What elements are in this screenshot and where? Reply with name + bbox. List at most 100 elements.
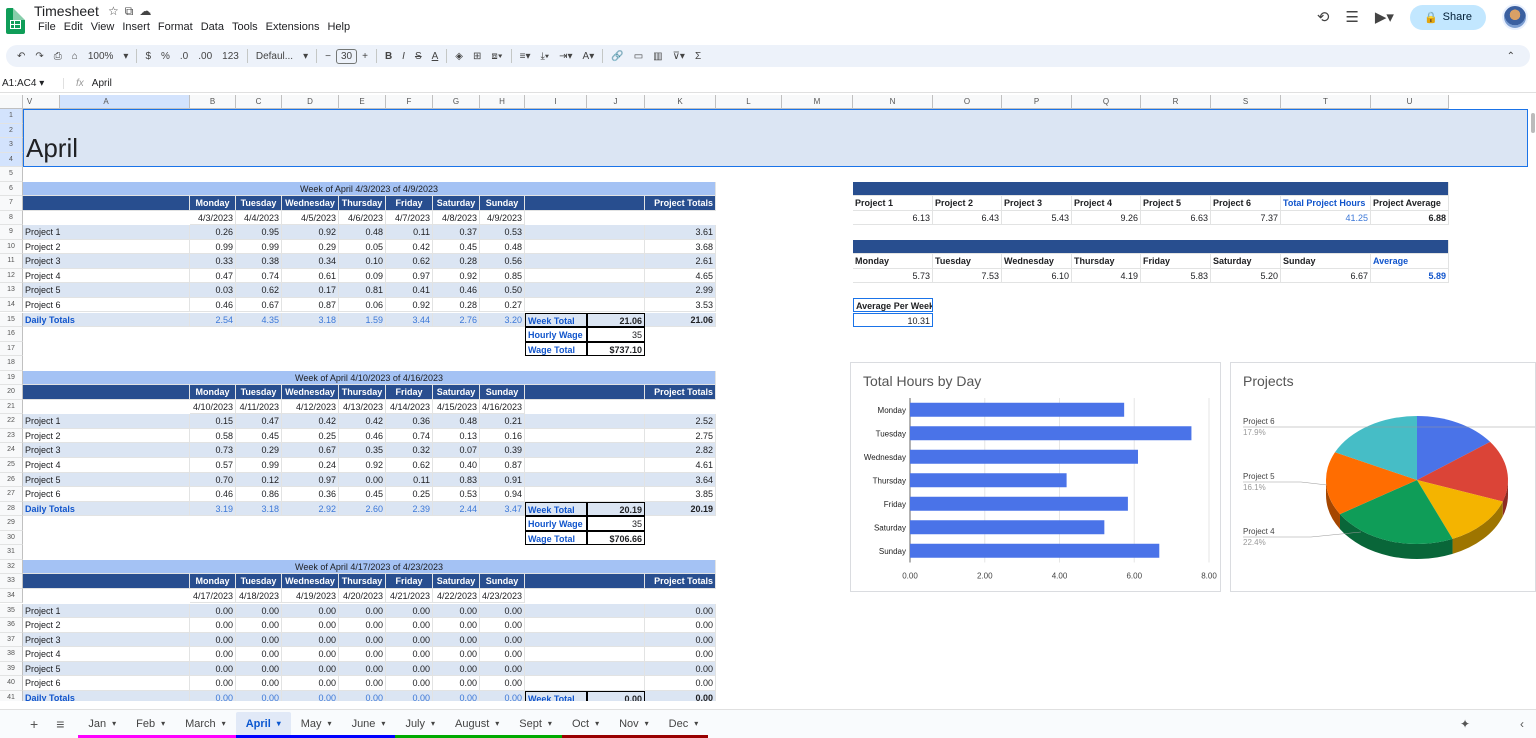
hours-cell[interactable]: 0.87 (282, 297, 339, 313)
menu-item-help[interactable]: Help (323, 21, 354, 33)
column-header[interactable]: B (190, 95, 236, 109)
project-label[interactable]: Project 4 (23, 268, 190, 284)
project-value[interactable]: 6.43 (933, 210, 1002, 226)
row-header[interactable]: 30 (0, 530, 23, 546)
chart-icon[interactable]: ▥ (648, 51, 667, 62)
day-header[interactable]: Tuesday (236, 574, 282, 589)
cell[interactable] (525, 443, 645, 458)
project-value[interactable]: 6.13 (853, 210, 933, 226)
hours-cell[interactable]: 0.25 (282, 428, 339, 444)
project-totals-header[interactable]: Project Totals (645, 385, 716, 400)
hours-cell[interactable]: 0.05 (339, 239, 386, 255)
font-size-input[interactable]: 30 (335, 48, 358, 64)
hours-cell[interactable]: 0.00 (190, 603, 236, 619)
name-box[interactable]: A1:AC4 ▾ (0, 78, 64, 89)
hours-cell[interactable]: 0.95 (236, 225, 282, 240)
hours-cell[interactable]: 0.00 (480, 676, 525, 691)
hours-cell[interactable]: 0.61 (282, 268, 339, 284)
hours-cell[interactable]: 0.50 (480, 283, 525, 298)
bar-chart[interactable]: Total Hours by Day 0.00 2.00 4.00 6.00 8.00 M… (850, 362, 1221, 592)
hours-cell[interactable]: 0.35 (339, 443, 386, 458)
day-header[interactable]: Sunday (480, 385, 525, 400)
project-value[interactable]: 6.63 (1141, 210, 1211, 226)
project-total-cell[interactable]: 2.75 (645, 428, 716, 444)
bar[interactable] (910, 520, 1105, 535)
row-header[interactable]: 12 (0, 268, 23, 284)
sheets-logo-icon[interactable] (6, 8, 25, 34)
tab-feb[interactable]: Feb ▾ (126, 712, 176, 738)
column-header[interactable]: T (1281, 95, 1371, 109)
project-label[interactable]: Project 4 (23, 458, 190, 473)
row-header[interactable]: 17 (0, 341, 23, 357)
bar[interactable] (910, 426, 1192, 441)
daily-total-cell[interactable]: 0.00 (480, 690, 525, 701)
date-cell[interactable]: 4/13/2023 (339, 399, 386, 415)
hours-cell[interactable]: 0.92 (433, 268, 480, 284)
hours-cell[interactable]: 0.00 (339, 676, 386, 691)
hours-cell[interactable]: 0.17 (282, 283, 339, 298)
daily-total-cell[interactable]: 2.44 (433, 501, 480, 517)
currency-button[interactable]: $ (140, 51, 156, 62)
hours-cell[interactable]: 0.83 (433, 472, 480, 488)
menu-item-tools[interactable]: Tools (228, 21, 262, 33)
hours-cell[interactable]: 0.91 (480, 472, 525, 488)
project-average-label[interactable]: Project Average (1371, 196, 1449, 211)
document-title[interactable]: Timesheet (34, 3, 99, 19)
hours-cell[interactable]: 0.97 (386, 268, 433, 284)
row-header[interactable]: 27 (0, 487, 23, 502)
hours-cell[interactable]: 0.00 (480, 618, 525, 633)
tab-june[interactable]: June ▾ (341, 712, 396, 738)
row-header[interactable]: 41 (0, 690, 23, 701)
hours-cell[interactable]: 0.46 (339, 428, 386, 444)
hours-cell[interactable]: 0.00 (386, 603, 433, 619)
cell[interactable] (525, 196, 645, 211)
cell[interactable] (23, 385, 190, 400)
chevron-down-icon[interactable]: ▾ (694, 712, 698, 736)
menu-item-format[interactable]: Format (154, 21, 197, 33)
date-cell[interactable]: 4/11/2023 (236, 399, 282, 415)
pie-chart[interactable]: Projects Project 6 17.9% Project 5 16.1% Pro… (1230, 362, 1536, 592)
date-cell[interactable]: 4/18/2023 (236, 588, 282, 604)
project-total-cell[interactable]: 2.52 (645, 414, 716, 429)
hours-cell[interactable]: 0.53 (433, 487, 480, 502)
hours-cell[interactable]: 0.39 (480, 443, 525, 458)
day-header[interactable]: Monday (190, 196, 236, 211)
hours-cell[interactable]: 0.81 (339, 283, 386, 298)
row-header[interactable]: 3 (0, 138, 23, 153)
hours-cell[interactable]: 0.00 (236, 603, 282, 619)
day-header[interactable]: Saturday (433, 196, 480, 211)
hours-cell[interactable]: 0.45 (236, 428, 282, 444)
chevron-down-icon[interactable]: ▾ (495, 712, 499, 736)
hours-cell[interactable]: 0.00 (236, 647, 282, 662)
row-header[interactable]: 33 (0, 574, 23, 589)
column-header[interactable]: U (1371, 95, 1449, 109)
hours-cell[interactable]: 0.73 (190, 443, 236, 458)
vertical-align-icon[interactable]: ⤓▾ (536, 51, 555, 62)
hours-cell[interactable]: 0.70 (190, 472, 236, 488)
day-header[interactable]: Wednesday (282, 196, 339, 211)
date-cell[interactable]: 4/22/2023 (433, 588, 480, 604)
project-total-cell[interactable]: 3.64 (645, 472, 716, 488)
project-totals-header[interactable]: Project Totals (645, 574, 716, 589)
chevron-down-icon[interactable]: ▾ (595, 712, 599, 736)
date-cell[interactable]: 4/21/2023 (386, 588, 433, 604)
hours-cell[interactable]: 0.29 (236, 443, 282, 458)
project-totals-header[interactable]: Project Totals (645, 196, 716, 211)
row-header[interactable]: 8 (0, 210, 23, 226)
day-header[interactable]: Tuesday (236, 385, 282, 400)
hours-cell[interactable]: 0.36 (386, 414, 433, 429)
add-sheet-icon[interactable]: + (0, 716, 48, 732)
hours-cell[interactable]: 0.92 (282, 225, 339, 240)
hours-cell[interactable]: 0.00 (282, 632, 339, 648)
hours-cell[interactable]: 0.13 (433, 428, 480, 444)
hours-cell[interactable]: 0.99 (236, 239, 282, 255)
summary-header-bar[interactable] (853, 181, 1449, 197)
day-header[interactable]: Sunday (480, 196, 525, 211)
daily-total-cell[interactable]: 3.18 (282, 312, 339, 328)
grand-total-cell[interactable]: 20.19 (645, 501, 716, 517)
vertical-scrollbar[interactable] (1530, 95, 1536, 705)
grand-total-cell[interactable]: 21.06 (645, 312, 716, 328)
hours-cell[interactable]: 0.00 (339, 647, 386, 662)
column-header[interactable]: J (587, 95, 645, 109)
hours-cell[interactable]: 0.00 (433, 661, 480, 677)
